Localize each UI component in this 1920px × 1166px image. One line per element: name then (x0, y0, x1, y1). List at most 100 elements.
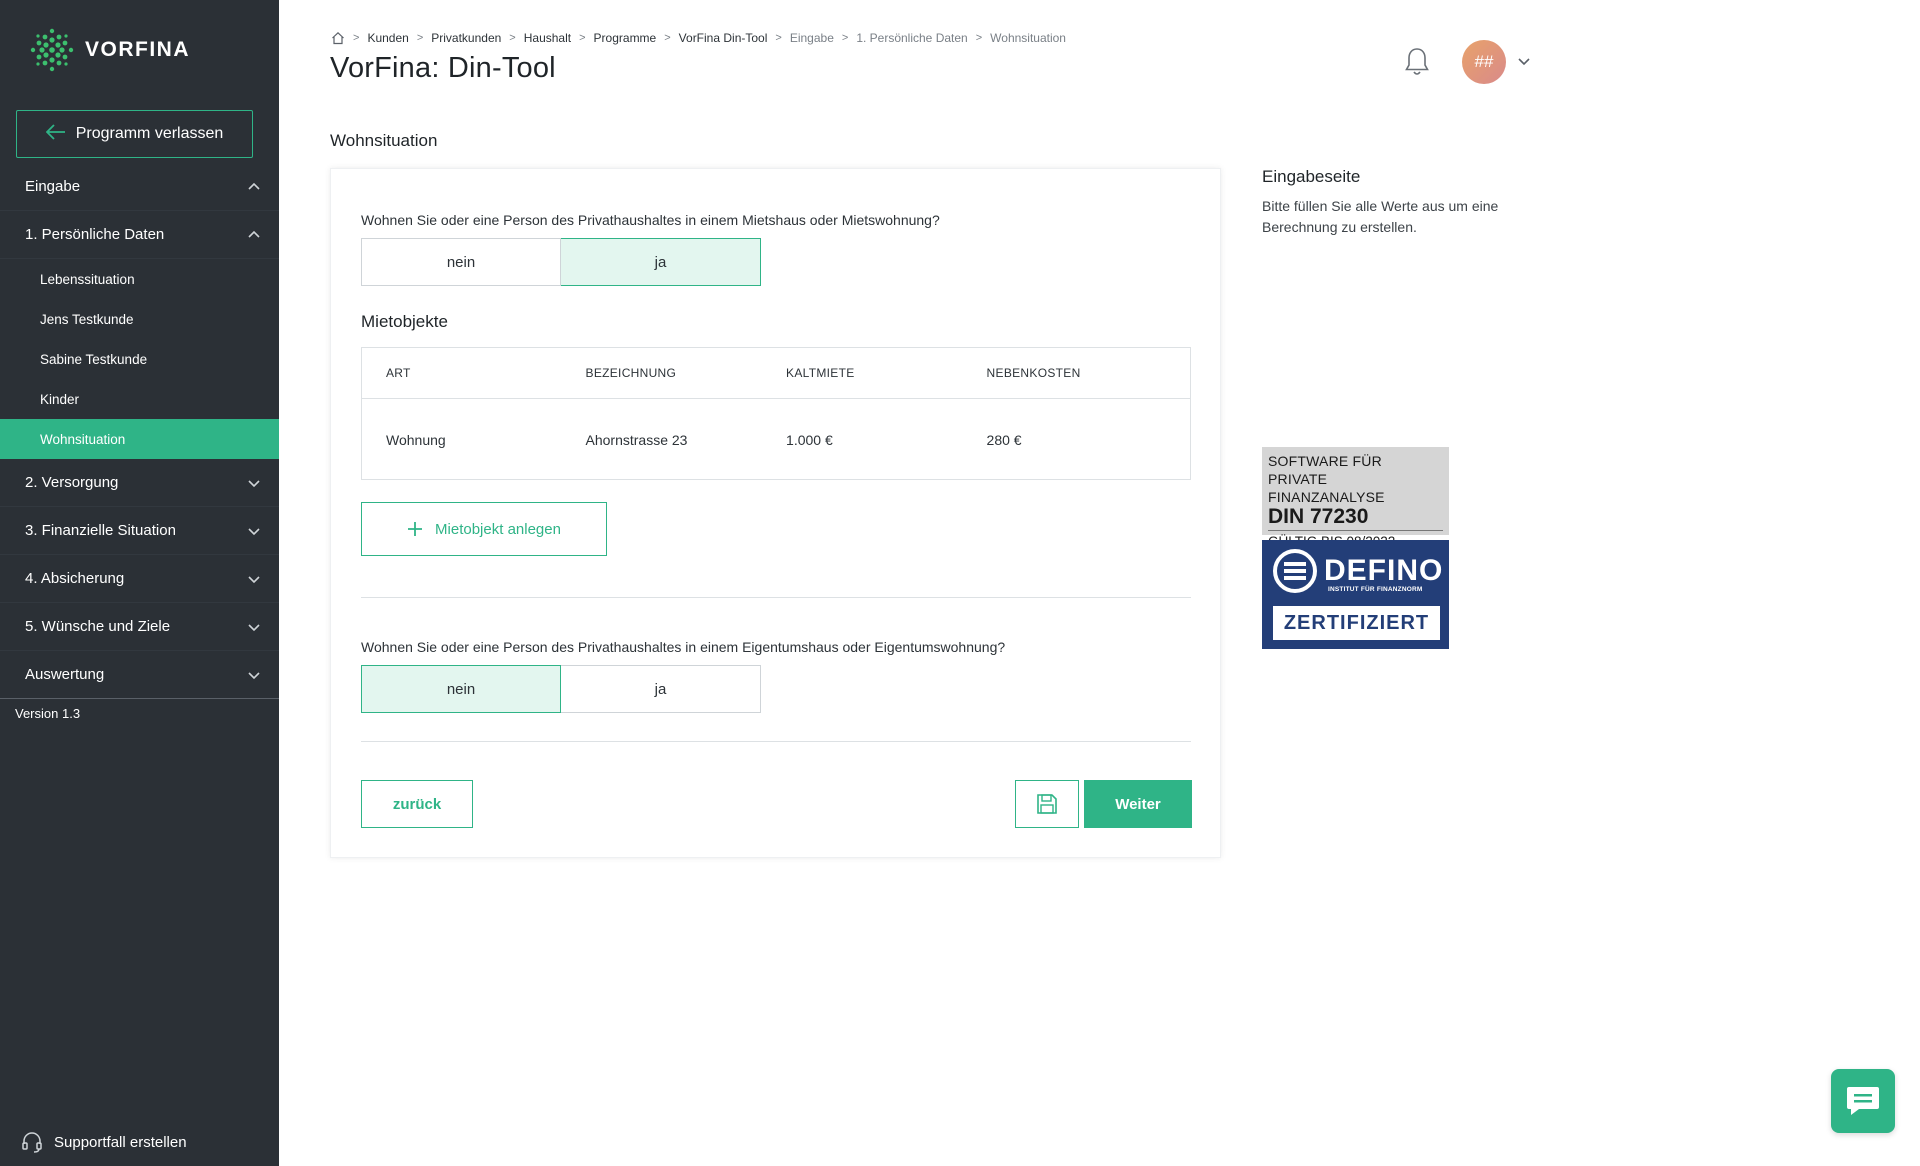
ownership-option-nein[interactable]: nein (361, 665, 561, 713)
brand-name: VORFINA (85, 38, 190, 61)
nav-section-absicherung[interactable]: 4. Absicherung (0, 555, 279, 603)
arrow-left-icon (45, 124, 66, 144)
bell-icon[interactable] (1402, 46, 1432, 78)
breadcrumb-separator: > (509, 32, 516, 44)
nav-section-label: 1. Persönliche Daten (25, 226, 165, 243)
table-row[interactable]: Wohnung Ahornstrasse 23 1.000 € 280 € (362, 399, 1190, 480)
breadcrumb-persoenliche-daten[interactable]: 1. Persönliche Daten (856, 31, 967, 45)
ownership-option-ja[interactable]: ja (561, 665, 761, 713)
breadcrumb-kunden[interactable]: Kunden (367, 31, 408, 45)
form-card: Wohnen Sie oder eine Person des Privatha… (330, 168, 1221, 858)
nav-section-label: 2. Versorgung (25, 474, 119, 491)
chevron-up-icon (248, 182, 260, 190)
chevron-down-icon (248, 671, 260, 679)
nav-item-jens-testkunde[interactable]: Jens Testkunde (0, 299, 279, 339)
nav-section-label: Eingabe (25, 178, 81, 195)
chevron-up-icon (248, 230, 260, 238)
column-header-nebenkosten: NEBENKOSTEN (986, 366, 1081, 380)
next-button[interactable]: Weiter (1084, 780, 1192, 828)
sidebar: VORFINA Programm verlassen Eingabe 1. Pe… (0, 0, 279, 1166)
version-label: Version 1.3 (15, 706, 81, 721)
nav-section-label: 4. Absicherung (25, 570, 125, 587)
brand-logo[interactable]: VORFINA (29, 27, 190, 73)
chat-button[interactable] (1831, 1069, 1895, 1133)
rentals-title: Mietobjekte (361, 312, 448, 331)
defino-logo-icon (1273, 549, 1317, 593)
back-button[interactable]: zurück (361, 780, 473, 828)
nav-section-versorgung[interactable]: 2. Versorgung (0, 459, 279, 507)
chat-icon (1847, 1087, 1879, 1115)
chevron-down-icon (248, 623, 260, 631)
cert-line-2: PRIVATE FINANZANALYSE (1268, 471, 1385, 505)
breadcrumb-separator: > (416, 32, 424, 44)
column-header-art: ART (386, 366, 411, 380)
section-title: Wohnsituation (330, 131, 438, 150)
zertifiziert-label: ZERTIFIZIERT (1273, 606, 1440, 640)
cell-bezeichnung: Ahornstrasse 23 (585, 431, 688, 448)
sidebar-nav: Eingabe 1. Persönliche Daten Lebenssitua… (0, 163, 279, 699)
support-label: Supportfall erstellen (54, 1133, 187, 1151)
nav-item-sabine-testkunde[interactable]: Sabine Testkunde (0, 339, 279, 379)
breadcrumb-separator: > (841, 32, 849, 44)
breadcrumb-separator: > (775, 32, 782, 44)
chevron-down-icon (248, 479, 260, 487)
nav-section-finanzielle-situation[interactable]: 3. Finanzielle Situation (0, 507, 279, 555)
breadcrumb-eingabe[interactable]: Eingabe (790, 31, 834, 45)
table-header: ART BEZEICHNUNG KALTMIETE NEBENKOSTEN (362, 348, 1190, 399)
rent-toggle: nein ja (361, 238, 761, 286)
ownership-toggle: nein ja (361, 665, 761, 713)
nav-section-persoenliche-daten[interactable]: 1. Persönliche Daten (0, 211, 279, 259)
breadcrumb-separator: > (664, 32, 671, 44)
nav-section-eingabe[interactable]: Eingabe (0, 163, 279, 211)
defino-subtitle: INSTITUT FÜR FINANZNORM (1328, 586, 1423, 593)
vorfina-logo-icon (30, 28, 74, 72)
nav-section-label: 3. Finanzielle Situation (25, 522, 176, 539)
floppy-disk-icon (1037, 794, 1057, 814)
breadcrumb-haushalt[interactable]: Haushalt (524, 31, 571, 45)
cell-art: Wohnung (386, 431, 446, 448)
cell-nebenkosten: 280 € (986, 431, 1022, 448)
nav-section-auswertung[interactable]: Auswertung (0, 651, 279, 699)
breadcrumb-separator: > (353, 32, 360, 44)
nav-item-lebenssituation[interactable]: Lebenssituation (0, 259, 279, 299)
breadcrumb-wohnsituation: Wohnsituation (990, 31, 1066, 45)
add-rental-button[interactable]: Mietobjekt anlegen (361, 502, 607, 556)
chevron-down-icon (248, 527, 260, 535)
ownership-question: Wohnen Sie oder eine Person des Privatha… (361, 639, 1006, 655)
cert-line-3: DIN 77230 (1268, 506, 1443, 531)
cell-kaltmiete: 1.000 € (786, 431, 833, 448)
breadcrumb-privatkunden[interactable]: Privatkunden (431, 31, 501, 45)
page-title: VorFina: Din-Tool (330, 52, 556, 84)
divider (361, 597, 1191, 598)
info-title: Eingabeseite (1262, 167, 1361, 186)
rentals-table: ART BEZEICHNUNG KALTMIETE NEBENKOSTEN Wo… (361, 347, 1191, 480)
breadcrumb-din-tool[interactable]: VorFina Din-Tool (679, 31, 768, 45)
home-icon[interactable] (331, 31, 345, 45)
info-text: Bitte füllen Sie alle Werte aus um eine … (1262, 198, 1499, 235)
exit-program-button[interactable]: Programm verlassen (16, 110, 253, 158)
divider (361, 741, 1191, 742)
nav-item-wohnsituation[interactable]: Wohnsituation (0, 419, 279, 459)
cert-line-1: SOFTWARE FÜR (1268, 453, 1382, 469)
exit-program-label: Programm verlassen (75, 125, 224, 142)
chevron-down-icon[interactable] (1516, 53, 1532, 69)
add-rental-label: Mietobjekt anlegen (435, 520, 561, 538)
breadcrumb-programme[interactable]: Programme (594, 31, 657, 45)
headset-icon (22, 1132, 42, 1153)
chevron-down-icon (248, 575, 260, 583)
avatar[interactable]: ## (1462, 40, 1506, 84)
nav-section-wuensche-und-ziele[interactable]: 5. Wünsche und Ziele (0, 603, 279, 651)
breadcrumb-separator: > (975, 32, 983, 44)
nav-section-label: 5. Wünsche und Ziele (25, 618, 171, 635)
rent-option-nein[interactable]: nein (361, 238, 561, 286)
create-support-case-button[interactable]: Supportfall erstellen (20, 1130, 187, 1154)
din-certificate-badge: SOFTWARE FÜR PRIVATE FINANZANALYSE DIN 7… (1262, 447, 1449, 549)
breadcrumb: > Kunden > Privatkunden > Haushalt > Pro… (331, 31, 1066, 45)
defino-certificate-badge: DEFINO INSTITUT FÜR FINANZNORM ZERTIFIZI… (1262, 540, 1449, 649)
rent-option-ja[interactable]: ja (561, 238, 761, 286)
save-button[interactable] (1015, 780, 1079, 828)
breadcrumb-separator: > (579, 32, 586, 44)
plus-icon (408, 522, 423, 536)
nav-item-kinder[interactable]: Kinder (0, 379, 279, 419)
defino-word: DEFINO (1324, 554, 1444, 587)
